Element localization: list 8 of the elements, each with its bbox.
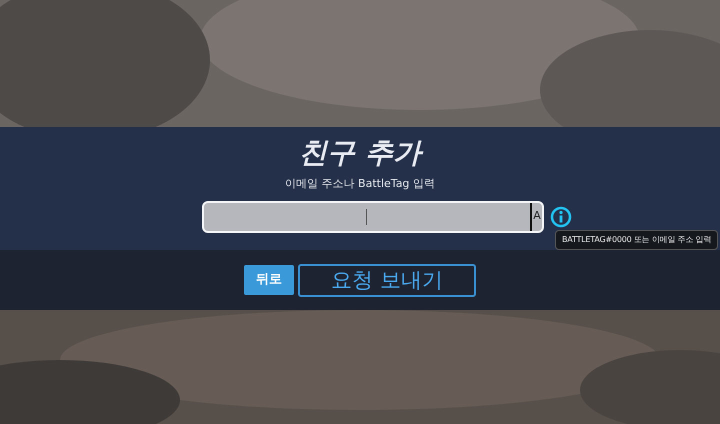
input-field[interactable]: A <box>202 200 544 232</box>
tooltip: BATTLETAG#0000 또는 이메일 주소 입력 <box>555 230 718 250</box>
dialog-subtitle: 이메일 주소나 BattleTag 입력 <box>285 176 435 192</box>
dialog-title: 친구 추가 <box>299 139 421 167</box>
input-mode-indicator: A <box>530 202 542 230</box>
back-button[interactable]: 뒤로 <box>244 265 294 295</box>
info-icon[interactable] <box>550 206 572 228</box>
send-request-button[interactable]: 요청 보내기 <box>298 264 476 296</box>
